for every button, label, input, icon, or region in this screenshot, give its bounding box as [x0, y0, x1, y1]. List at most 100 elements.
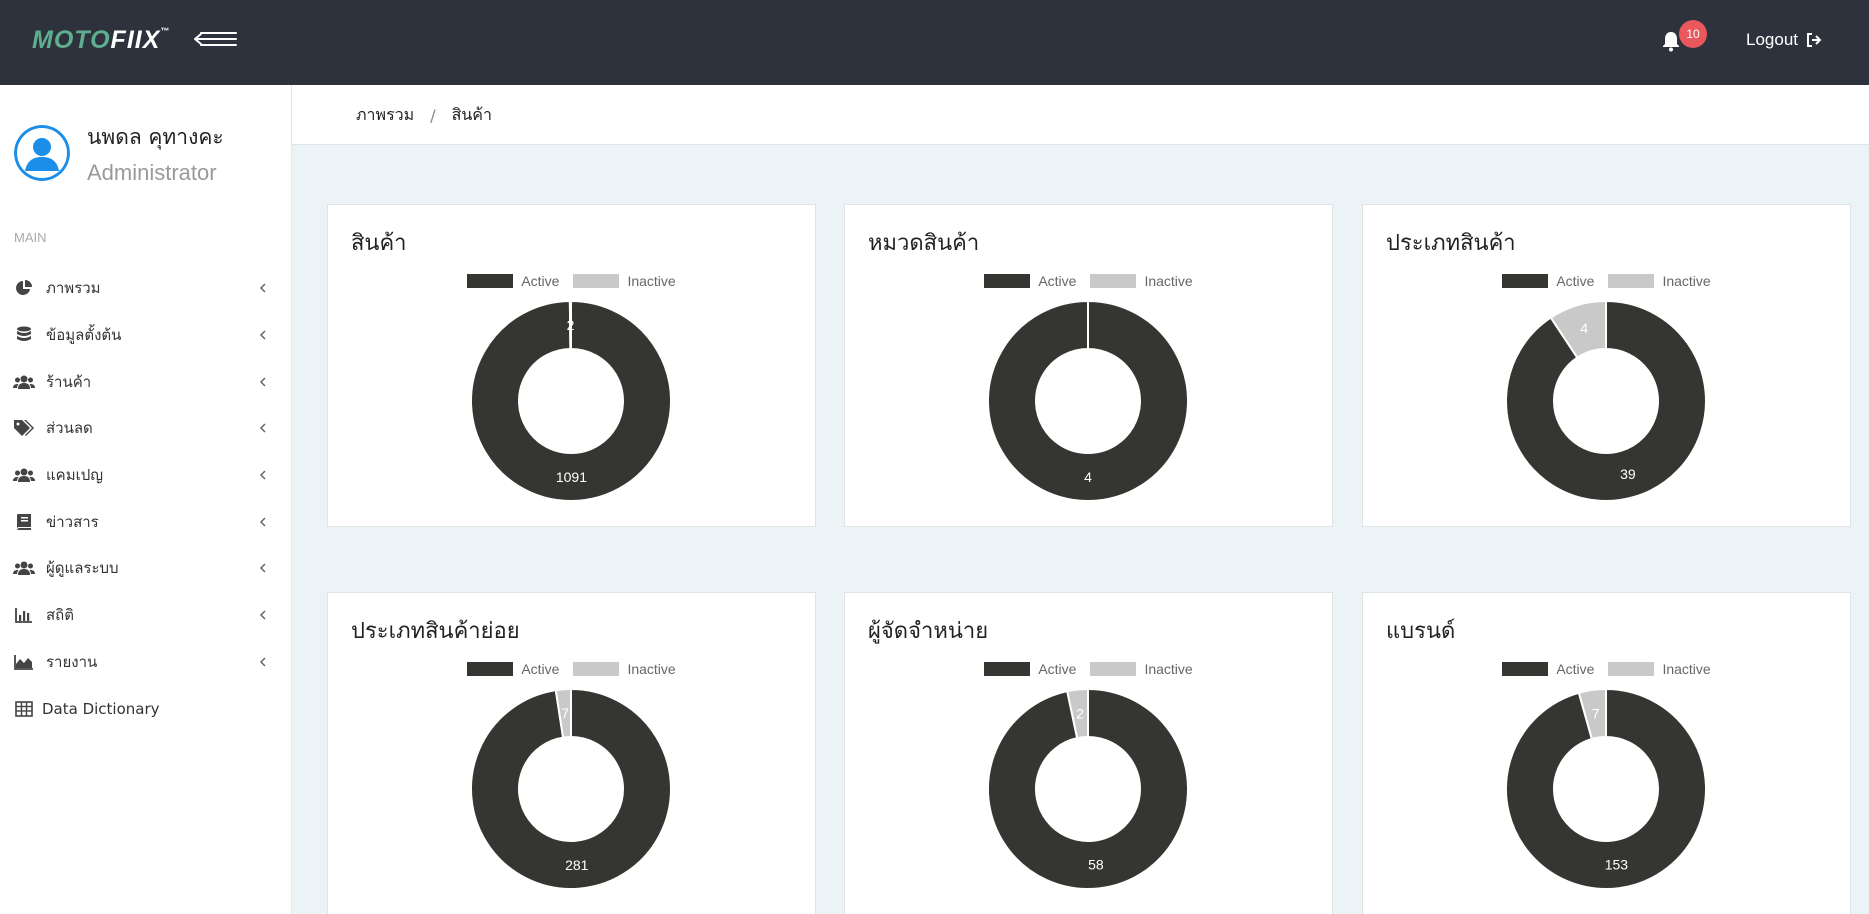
chevron-left-icon: [259, 517, 266, 527]
donut-chart: 1091 2: [471, 301, 671, 501]
users-icon: [13, 559, 35, 577]
donut-label-active: 1091: [556, 469, 587, 485]
sign-out-icon: [1807, 33, 1822, 47]
chevron-left-icon: [259, 377, 266, 387]
sidebar-item-label: ภาพรวม: [46, 279, 101, 298]
chart-card-product-types: ประเภทสินค้า Active Inactive 39 4: [1362, 204, 1851, 527]
sidebar-item-label: ร้านค้า: [46, 372, 92, 391]
donut-label-active: 58: [1088, 857, 1104, 873]
tags-icon: [13, 419, 35, 437]
legend-item-active[interactable]: Active: [984, 661, 1076, 677]
chart-card-brands: แบรนด์ Active Inactive 153 7: [1362, 592, 1851, 914]
legend-item-active[interactable]: Active: [984, 273, 1076, 289]
sidebar-item-overview[interactable]: ภาพรวม: [0, 265, 291, 312]
donut-chart: 58 2: [988, 689, 1188, 889]
sidebar-item-discounts[interactable]: ส่วนลด: [0, 405, 291, 452]
app-logo[interactable]: MOTOFIIX™: [32, 26, 170, 55]
legend-item-inactive[interactable]: Inactive: [1090, 273, 1193, 289]
card-title: สินค้า: [351, 231, 407, 256]
legend-item-inactive[interactable]: Inactive: [1608, 273, 1711, 289]
sidebar-item-campaigns[interactable]: แคมเปญ: [0, 452, 291, 499]
users-icon: [13, 466, 35, 484]
donut-label-inactive: 2: [567, 317, 575, 333]
logo-text-fiix: FIIX: [110, 26, 161, 54]
legend-item-active[interactable]: Active: [1502, 661, 1594, 677]
notification-count-badge: 10: [1679, 20, 1707, 48]
donut-label-active: 4: [1084, 469, 1092, 485]
donut-label-inactive: 2: [1076, 705, 1084, 721]
chevron-left-icon: [259, 283, 266, 293]
sidebar-item-label: ข่าวสาร: [46, 512, 99, 531]
legend-item-inactive[interactable]: Inactive: [1608, 661, 1711, 677]
area-chart-icon: [13, 653, 35, 671]
logo-trademark: ™: [160, 26, 171, 36]
donut-label-active: 281: [565, 857, 589, 873]
sidebar-item-statistics[interactable]: สถิติ: [0, 592, 291, 639]
chart-card-products: สินค้า Active Inactive 1091 2: [327, 204, 816, 527]
breadcrumb-item-current: สินค้า: [451, 105, 492, 124]
legend-item-inactive[interactable]: Inactive: [573, 273, 676, 289]
donut-chart: 39 4: [1506, 301, 1706, 501]
legend-item-active[interactable]: Active: [467, 273, 559, 289]
users-icon: [13, 373, 35, 391]
card-title: ผู้จัดจำหน่าย: [868, 619, 989, 644]
donut-label-inactive: 7: [1592, 706, 1600, 722]
card-title: ประเภทสินค้าย่อย: [351, 619, 520, 644]
donut-chart: 281 7: [471, 689, 671, 889]
sidebar-toggle-button[interactable]: [194, 26, 240, 52]
table-icon: [13, 700, 35, 718]
logout-button[interactable]: Logout: [1746, 30, 1822, 50]
donut-label-active: 153: [1605, 856, 1629, 872]
chart-legend: Active Inactive: [1363, 273, 1850, 289]
chevron-left-icon: [259, 610, 266, 620]
donut-chart: 1537: [1506, 689, 1706, 889]
sidebar-nav: ภาพรวม ข้อมูลตั้งต้น ร้านค้า ส่วนลด แคมเ…: [0, 265, 291, 732]
sidebar-item-news[interactable]: ข่าวสาร: [0, 498, 291, 545]
legend-item-active[interactable]: Active: [467, 661, 559, 677]
sidebar: นพดล คุทางคะ Administrator MAIN ภาพรวม ข…: [0, 85, 292, 914]
breadcrumb-item-overview[interactable]: ภาพรวม: [356, 103, 414, 128]
card-title: ประเภทสินค้า: [1386, 231, 1516, 256]
user-name: นพดล คุทางคะ: [87, 125, 224, 149]
sidebar-item-reports[interactable]: รายงาน: [0, 639, 291, 686]
chevron-left-icon: [259, 330, 266, 340]
database-icon: [13, 326, 35, 344]
chart-legend: Active Inactive: [1363, 661, 1850, 677]
chart-legend: Active Inactive: [328, 661, 815, 677]
breadcrumb-bar: ภาพรวม / สินค้า: [292, 85, 1869, 145]
legend-item-active[interactable]: Active: [1502, 273, 1594, 289]
chart-card-suppliers: ผู้จัดจำหน่าย Active Inactive 58 2: [844, 592, 1333, 914]
chevron-left-icon: [259, 423, 266, 433]
chart-card-product-subtypes: ประเภทสินค้าย่อย Active Inactive 281 7: [327, 592, 816, 914]
chart-legend: Active Inactive: [845, 661, 1332, 677]
sidebar-item-label: Data Dictionary: [42, 699, 160, 718]
chevron-left-icon: [259, 657, 266, 667]
sidebar-item-data-dictionary[interactable]: Data Dictionary: [0, 685, 291, 732]
card-title: หมวดสินค้า: [868, 231, 980, 256]
sidebar-item-label: แคมเปญ: [46, 466, 104, 485]
user-role: Administrator: [87, 160, 217, 185]
sidebar-item-label: ส่วนลด: [46, 419, 93, 438]
top-navbar: MOTOFIIX™ 10 Logout: [0, 0, 1869, 85]
donut-chart: 4: [988, 301, 1188, 501]
chevron-left-icon: [259, 470, 266, 480]
legend-item-inactive[interactable]: Inactive: [573, 661, 676, 677]
breadcrumb: ภาพรวม / สินค้า: [356, 103, 492, 128]
logo-text-moto: MOTO: [32, 26, 111, 54]
donut-label-active: 39: [1620, 466, 1636, 482]
sidebar-item-admins[interactable]: ผู้ดูแลระบบ: [0, 545, 291, 592]
pie-chart-icon: [13, 279, 35, 297]
bar-chart-icon: [13, 606, 35, 624]
chart-card-categories: หมวดสินค้า Active Inactive 4: [844, 204, 1333, 527]
book-icon: [13, 513, 35, 531]
menu-collapse-icon: [194, 32, 237, 46]
sidebar-item-stores[interactable]: ร้านค้า: [0, 358, 291, 405]
chevron-left-icon: [259, 563, 266, 573]
legend-item-inactive[interactable]: Inactive: [1090, 661, 1193, 677]
donut-label-inactive: 7: [561, 705, 569, 721]
avatar[interactable]: [14, 125, 70, 181]
sidebar-item-label: ข้อมูลตั้งต้น: [46, 326, 122, 345]
sidebar-item-label: สถิติ: [46, 606, 74, 625]
sidebar-item-master-data[interactable]: ข้อมูลตั้งต้น: [0, 312, 291, 359]
card-title: แบรนด์: [1386, 619, 1456, 644]
